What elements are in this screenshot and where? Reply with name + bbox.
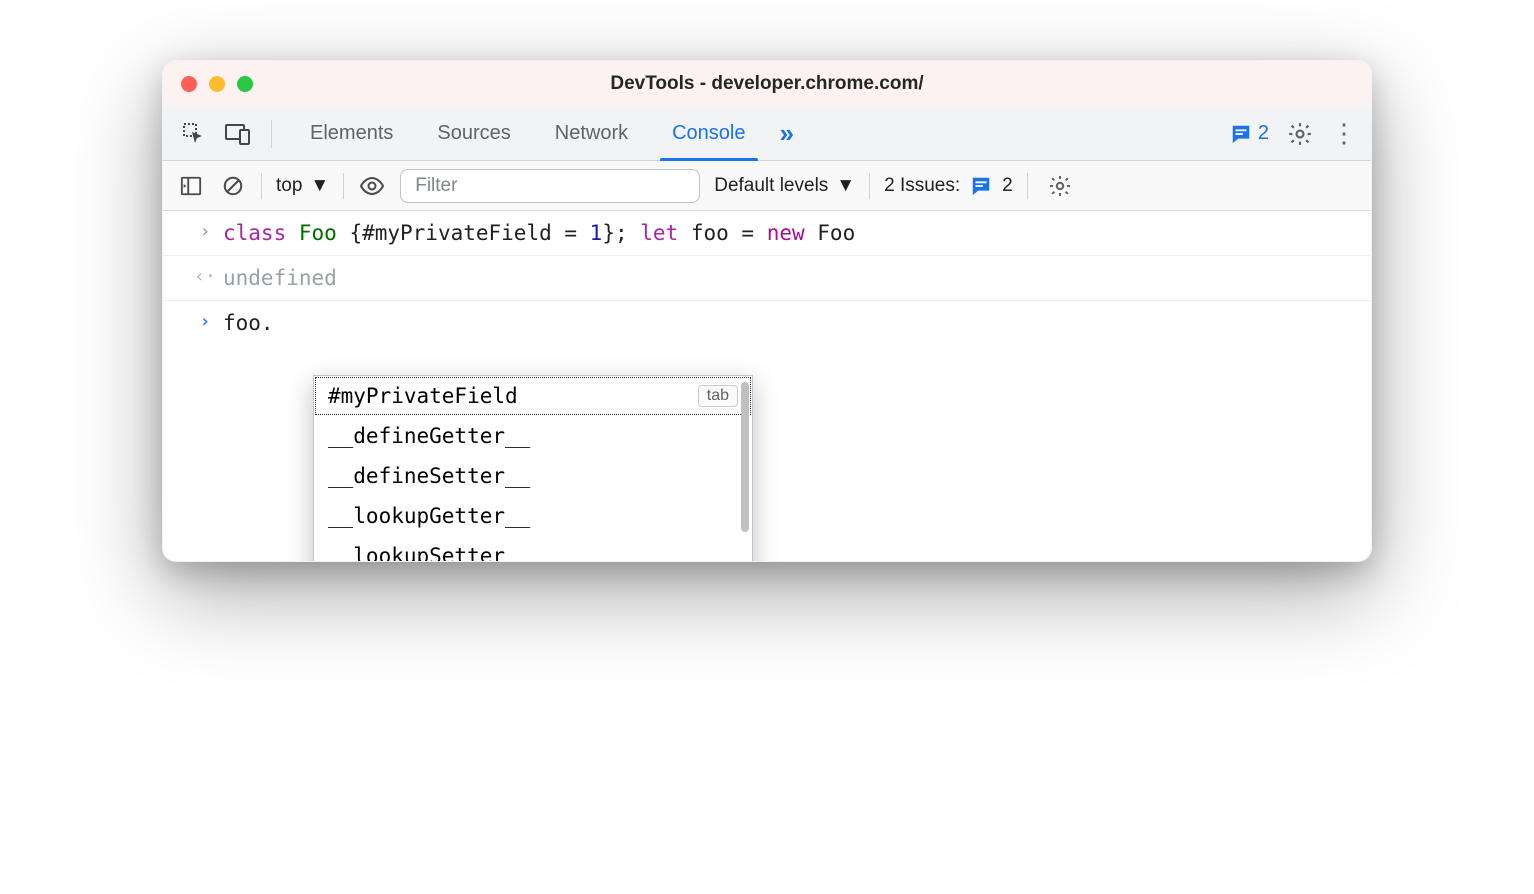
autocomplete-item[interactable]: __defineSetter__ (314, 456, 752, 496)
right-tools: 2 ⋮ (1230, 118, 1357, 149)
titlebar: DevTools - developer.chrome.com/ (163, 61, 1371, 107)
divider (261, 173, 262, 199)
divider (869, 173, 870, 199)
code-token: Foo (817, 221, 855, 245)
code-token: #myPrivateField = (362, 221, 590, 245)
console-input-row: › class Foo {#myPrivateField = 1}; let f… (163, 211, 1371, 256)
badge-count: 2 (1258, 122, 1269, 145)
autocomplete-item[interactable]: __lookupSetter__ (314, 536, 752, 562)
maximize-window-button[interactable] (237, 76, 253, 92)
device-toolbar-icon[interactable] (221, 117, 255, 151)
window-title: DevTools - developer.chrome.com/ (163, 73, 1371, 95)
code-token: new (767, 221, 818, 245)
autocomplete-item-label: #myPrivateField (328, 384, 518, 408)
traffic-lights (181, 76, 253, 92)
chevron-down-icon: ▼ (310, 175, 329, 197)
log-levels-selector[interactable]: Default levels ▼ (714, 175, 855, 197)
autocomplete-popup: #myPrivateField tab __defineGetter__ __defi… (313, 375, 753, 562)
autocomplete-item[interactable]: __lookupGetter__ (314, 496, 752, 536)
clear-console-icon[interactable] (219, 172, 247, 200)
close-window-button[interactable] (181, 76, 197, 92)
message-icon (1230, 123, 1252, 145)
settings-icon[interactable] (1287, 121, 1313, 147)
prompt-chevron-icon: › (193, 311, 217, 332)
issues-count: 2 (1002, 175, 1013, 197)
autocomplete-item-label: __lookupSetter__ (328, 544, 530, 562)
devtools-window: DevTools - developer.chrome.com/ Element… (162, 60, 1372, 562)
inspect-element-icon[interactable] (177, 117, 211, 151)
context-selector[interactable]: top ▼ (276, 175, 329, 197)
more-options-icon[interactable]: ⋮ (1331, 118, 1357, 149)
tab-label: Console (672, 122, 745, 145)
code-token: class (223, 221, 299, 245)
scrollbar[interactable] (741, 382, 749, 532)
autocomplete-item[interactable]: #myPrivateField tab (314, 376, 752, 416)
message-icon (970, 175, 992, 197)
prompt-text[interactable]: foo. (217, 311, 1357, 335)
chevron-down-icon: ▼ (836, 175, 855, 197)
live-expression-icon[interactable] (358, 172, 386, 200)
input-chevron-icon: › (193, 221, 217, 242)
panel-tabs: Elements Sources Network Console » (288, 107, 806, 160)
issues-label: 2 Issues: (884, 175, 960, 197)
console-prompt-row[interactable]: › foo. (163, 301, 1371, 345)
tab-label: Sources (437, 122, 510, 145)
divider (343, 173, 344, 199)
minimize-window-button[interactable] (209, 76, 225, 92)
divider (271, 120, 272, 148)
levels-label: Default levels (714, 175, 828, 197)
console-result-row: ‹· undefined (163, 256, 1371, 301)
tab-elements[interactable]: Elements (288, 107, 415, 160)
code-token: 1 (590, 221, 603, 245)
code-token: Foo (299, 221, 350, 245)
autocomplete-item-label: __lookupGetter__ (328, 504, 530, 528)
tabs-overflow-button[interactable]: » (768, 107, 806, 160)
autocomplete-item[interactable]: __defineGetter__ (314, 416, 752, 456)
code-token: foo = (691, 221, 767, 245)
autocomplete-item-label: __defineSetter__ (328, 464, 530, 488)
console-code-line: class Foo {#myPrivateField = 1}; let foo… (217, 221, 1357, 245)
divider (1027, 173, 1028, 199)
context-label: top (276, 175, 302, 197)
issues-indicator[interactable]: 2 Issues: 2 (884, 175, 1013, 197)
tab-network[interactable]: Network (533, 107, 650, 160)
tab-label: Elements (310, 122, 393, 145)
console-area: › class Foo {#myPrivateField = 1}; let f… (163, 211, 1371, 561)
code-token: { (349, 221, 362, 245)
tab-console[interactable]: Console (650, 107, 767, 160)
console-log: › class Foo {#myPrivateField = 1}; let f… (163, 211, 1371, 345)
result-value: undefined (217, 266, 1357, 290)
autocomplete-item-label: __defineGetter__ (328, 424, 530, 448)
console-toolbar: top ▼ Default levels ▼ 2 Issues: 2 (163, 161, 1371, 211)
result-chevron-icon: ‹· (193, 266, 217, 287)
console-settings-icon[interactable] (1046, 172, 1074, 200)
code-token: let (640, 221, 691, 245)
tab-hint: tab (698, 385, 738, 407)
tab-sources[interactable]: Sources (415, 107, 532, 160)
filter-input[interactable] (400, 169, 700, 203)
tab-label: Network (555, 122, 628, 145)
main-tabstrip: Elements Sources Network Console » 2 ⋮ (163, 107, 1371, 161)
code-token: }; (602, 221, 640, 245)
toggle-sidebar-icon[interactable] (177, 172, 205, 200)
messages-badge[interactable]: 2 (1230, 122, 1269, 145)
